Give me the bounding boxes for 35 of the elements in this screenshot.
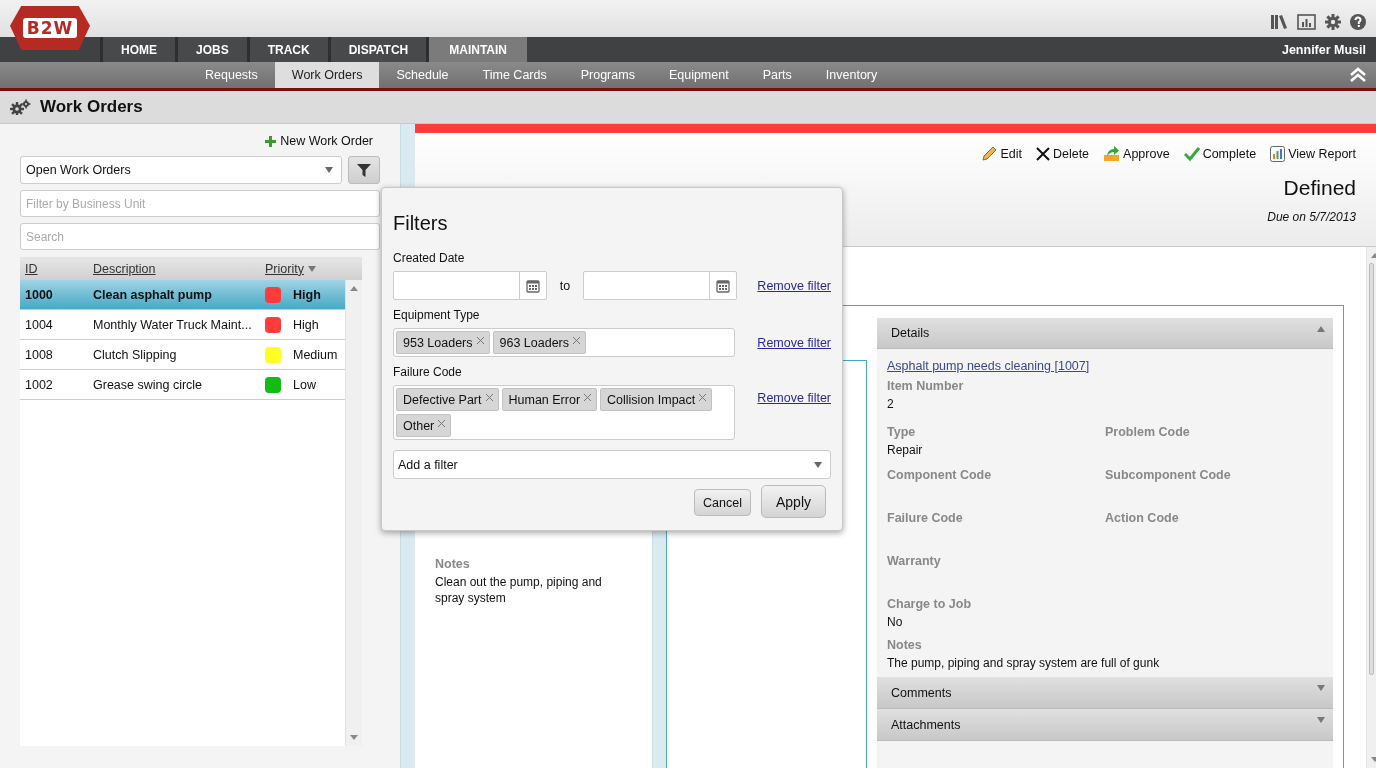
page-title: Work Orders (40, 97, 143, 117)
table-cell-text: 1008 (25, 347, 54, 362)
table-cell-text: Monthly Water Truck Maint... (93, 317, 253, 332)
field-label: Charge to Job (887, 597, 972, 611)
field-label: Action Code (1105, 511, 1180, 525)
field-value: Clean out the pump, piping and spray system (435, 574, 603, 606)
field-label: Item Number (887, 379, 964, 393)
table-cell: High (293, 287, 321, 302)
table-cell-text: 1004 (25, 317, 54, 332)
table-cell-text: 1002 (25, 377, 54, 392)
field-label: Warranty (887, 554, 941, 568)
field-label: Problem Code (1105, 425, 1191, 439)
field-label: Failure Code (393, 365, 463, 379)
table-cell-text: Clean asphalt pump (93, 287, 213, 302)
field-label: Equipment Type (393, 308, 481, 322)
range-separator: to (558, 278, 572, 293)
field-label: Created Date (393, 251, 466, 265)
field-label: Subcomponent Code (1105, 468, 1232, 482)
table-cell: Low (293, 377, 316, 392)
table-cell-text: Grease swing circle (93, 377, 204, 392)
field-label: Notes (887, 638, 923, 652)
field-value: The pump, piping and spray system are full of gunk (887, 655, 1160, 671)
field-value: 2 (887, 396, 895, 412)
table-cell: Medium (293, 347, 338, 362)
status-text: Defined (1283, 176, 1356, 200)
table-cell: High (293, 317, 319, 332)
field-value: Repair (887, 442, 924, 458)
field-label: Notes (435, 557, 471, 571)
table-cell-text: Clutch Slipping (93, 347, 178, 362)
field-label: Component Code (887, 468, 993, 482)
field-label: Failure Code (887, 511, 964, 525)
table-cell-text: 1000 (25, 287, 54, 302)
field-value: No (887, 614, 904, 630)
field-label: Type (887, 425, 917, 439)
dialog-title: Filters (393, 212, 449, 235)
